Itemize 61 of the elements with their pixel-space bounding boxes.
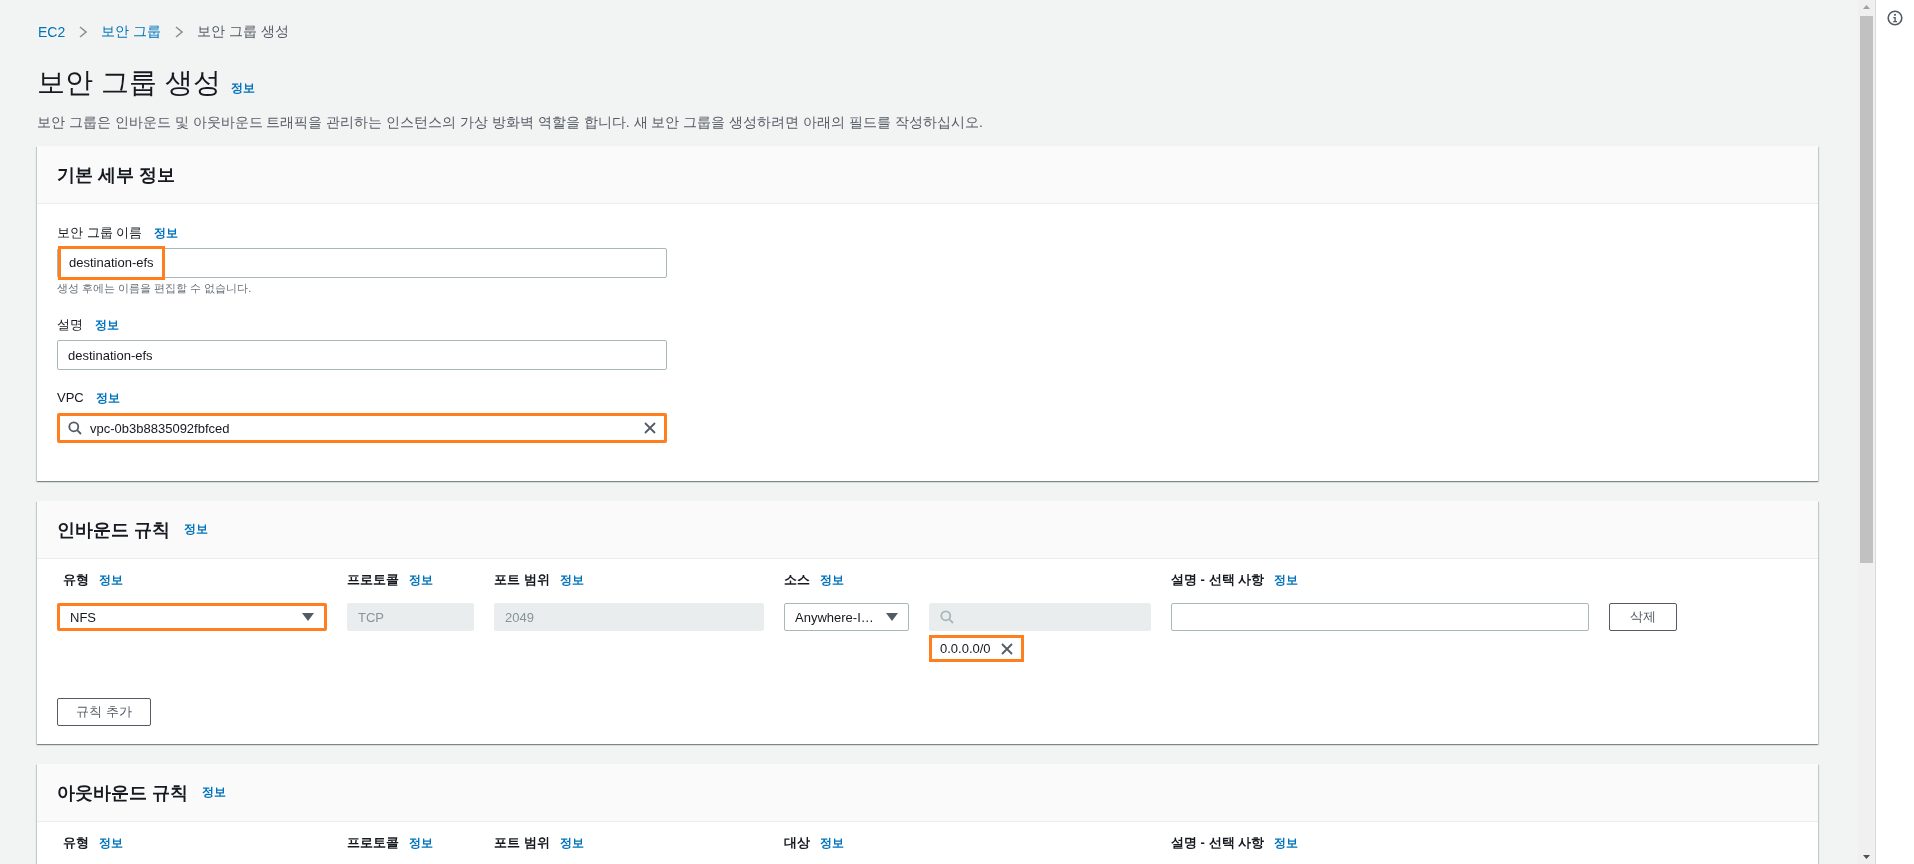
column-header: 소스 [784,571,810,589]
chevron-right-icon [175,26,184,38]
info-link[interactable]: 정보 [184,521,208,538]
info-link[interactable]: 정보 [559,835,584,852]
panel-title: 아웃바운드 규칙 [57,781,188,805]
info-link[interactable]: 정보 [99,835,123,852]
info-link[interactable]: 정보 [820,572,844,589]
breadcrumb-link[interactable]: 보안 그룹 [101,23,162,41]
text-field[interactable]: destination-efs [57,248,667,278]
info-link[interactable]: 정보 [202,784,226,801]
column-header: 유형 [63,834,89,852]
info-link[interactable]: 정보 [230,80,255,97]
add-rule-button[interactable]: 규칙 추가 [57,698,151,726]
chevron-right-icon [79,26,88,38]
column-header: 설명 - 선택 사항 [1171,834,1265,852]
description-field[interactable] [1171,603,1589,631]
search-icon [940,610,954,624]
info-link[interactable]: 정보 [409,835,433,852]
cidr-label: 0.0.0.0/0 [940,641,991,656]
scrollbar-thumb[interactable] [1860,16,1873,563]
column-header: 포트 범위 [494,571,550,589]
info-link[interactable]: 정보 [95,390,120,407]
info-link[interactable]: 정보 [95,317,119,334]
info-link[interactable]: 정보 [1274,835,1299,852]
info-link[interactable]: 정보 [409,572,433,589]
column-header: 포트 범위 [494,834,550,852]
breadcrumb-link[interactable]: EC2 [38,24,66,40]
text-field[interactable]: destination-efs [57,340,667,370]
field-label: 설명 [57,316,83,334]
panel-title: 인바운드 규칙 [57,518,170,542]
delete-button[interactable]: 삭제 [1609,603,1677,631]
info-link[interactable]: 정보 [559,572,584,589]
caret-icon [302,613,314,621]
field-label: VPC [57,390,84,405]
cidr-search-field[interactable] [929,603,1151,631]
column-header: 프로토콜 [347,571,399,589]
close-icon[interactable] [644,422,656,434]
page-description: 보안 그룹은 인바운드 및 아웃바운드 트래픽을 관리하는 인스턴스의 가상 방화벽 역할을 합니다. 새 보안 그룹을 생성하려면 아래의 필드를 작성하십시오. [37,114,984,132]
vpc-search-field[interactable]: vpc-0b3b8835092fbfced [57,413,667,443]
info-icon[interactable] [1887,10,1903,26]
info-link[interactable]: 정보 [154,225,179,242]
caret-icon [886,613,898,621]
source-select[interactable]: Anywhere-I… [784,603,909,631]
protocol-field: TCP [347,603,474,631]
type-select[interactable]: NFS [57,603,327,631]
column-header: 유형 [63,571,89,589]
column-header: 대상 [784,834,810,852]
highlight-frame: destination-efs [58,246,165,280]
search-icon [68,421,82,435]
column-header: 설명 - 선택 사항 [1171,571,1265,589]
field-hint: 생성 후에는 이름을 편집할 수 없습니다. [57,281,253,296]
info-link[interactable]: 정보 [99,572,123,589]
info-link[interactable]: 정보 [1274,572,1299,589]
column-header: 프로토콜 [347,834,399,852]
field-label: 보안 그룹 이름 [57,224,143,242]
page-title: 보안 그룹 생성 [37,66,221,100]
port-range-field: 2049 [494,603,764,631]
close-icon[interactable] [1000,642,1013,655]
info-link[interactable]: 정보 [820,835,844,852]
breadcrumb-current: 보안 그룹 생성 [197,23,289,41]
panel-title: 기본 세부 정보 [57,163,175,187]
